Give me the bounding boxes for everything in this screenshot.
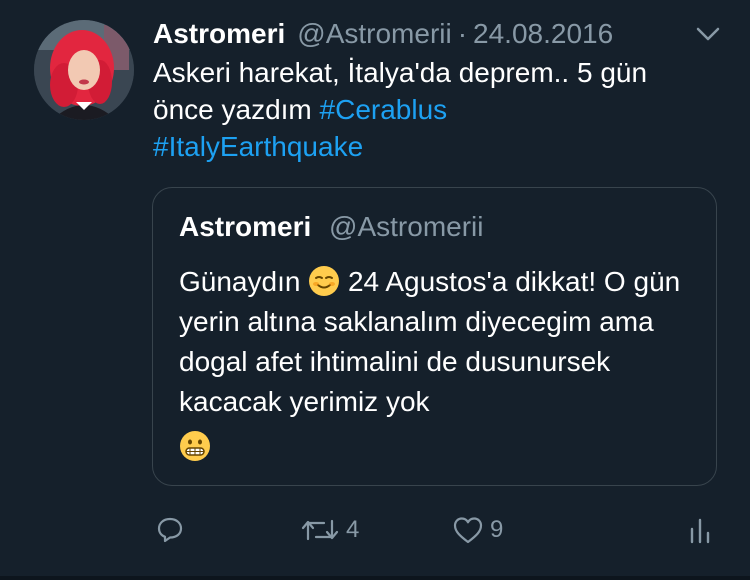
hashtag-italyearthquake[interactable]: #ItalyEarthquake [153,131,363,162]
tweet-text: Askeri harekat, İtalya'da deprem.. 5 gün… [153,54,733,165]
quoted-tweet[interactable]: Astromeri @Astromerii Günaydın 24 Agusto… [152,187,717,486]
reply-icon [157,517,183,543]
author-name[interactable]: Astromeri [153,14,285,54]
like-button[interactable]: 9 [452,505,503,555]
retweet-icon [301,519,339,541]
avatar[interactable] [34,20,134,120]
grimacing-face-icon [179,430,211,462]
separator-dot: · [457,18,468,49]
quoted-tweet-header: Astromeri @Astromerii [179,208,483,246]
reply-button[interactable] [155,505,191,555]
heart-icon [453,517,483,544]
quoted-author-handle: @Astromerii [329,211,484,242]
retweet-count: 4 [346,516,360,543]
divider [0,576,750,580]
smiling-face-icon [308,265,340,297]
action-bar: 4 9 [0,505,750,555]
quoted-text-part1: Günaydın [179,266,301,297]
tweet-text-line2: önce yazdım [153,94,312,125]
retweet-button[interactable]: 4 [300,505,359,555]
hashtag-cerablus[interactable]: #Cerablus [320,94,448,125]
like-count: 9 [490,516,504,543]
quoted-author-name: Astromeri [179,211,312,242]
author-handle[interactable]: @Astromerii [297,14,451,54]
tweet-text-line1: Askeri harekat, İtalya'da deprem.. 5 gün [153,57,648,88]
tweet-header: Astromeri @Astromerii · 24.08.2016 [153,14,613,54]
analytics-button[interactable] [687,505,713,555]
chevron-down-icon[interactable] [693,22,723,46]
analytics-icon [690,518,710,544]
tweet-date[interactable]: 24.08.2016 [473,14,613,54]
quoted-tweet-text: Günaydın 24 Agustos'a dikkat! O gün yeri… [179,262,699,467]
